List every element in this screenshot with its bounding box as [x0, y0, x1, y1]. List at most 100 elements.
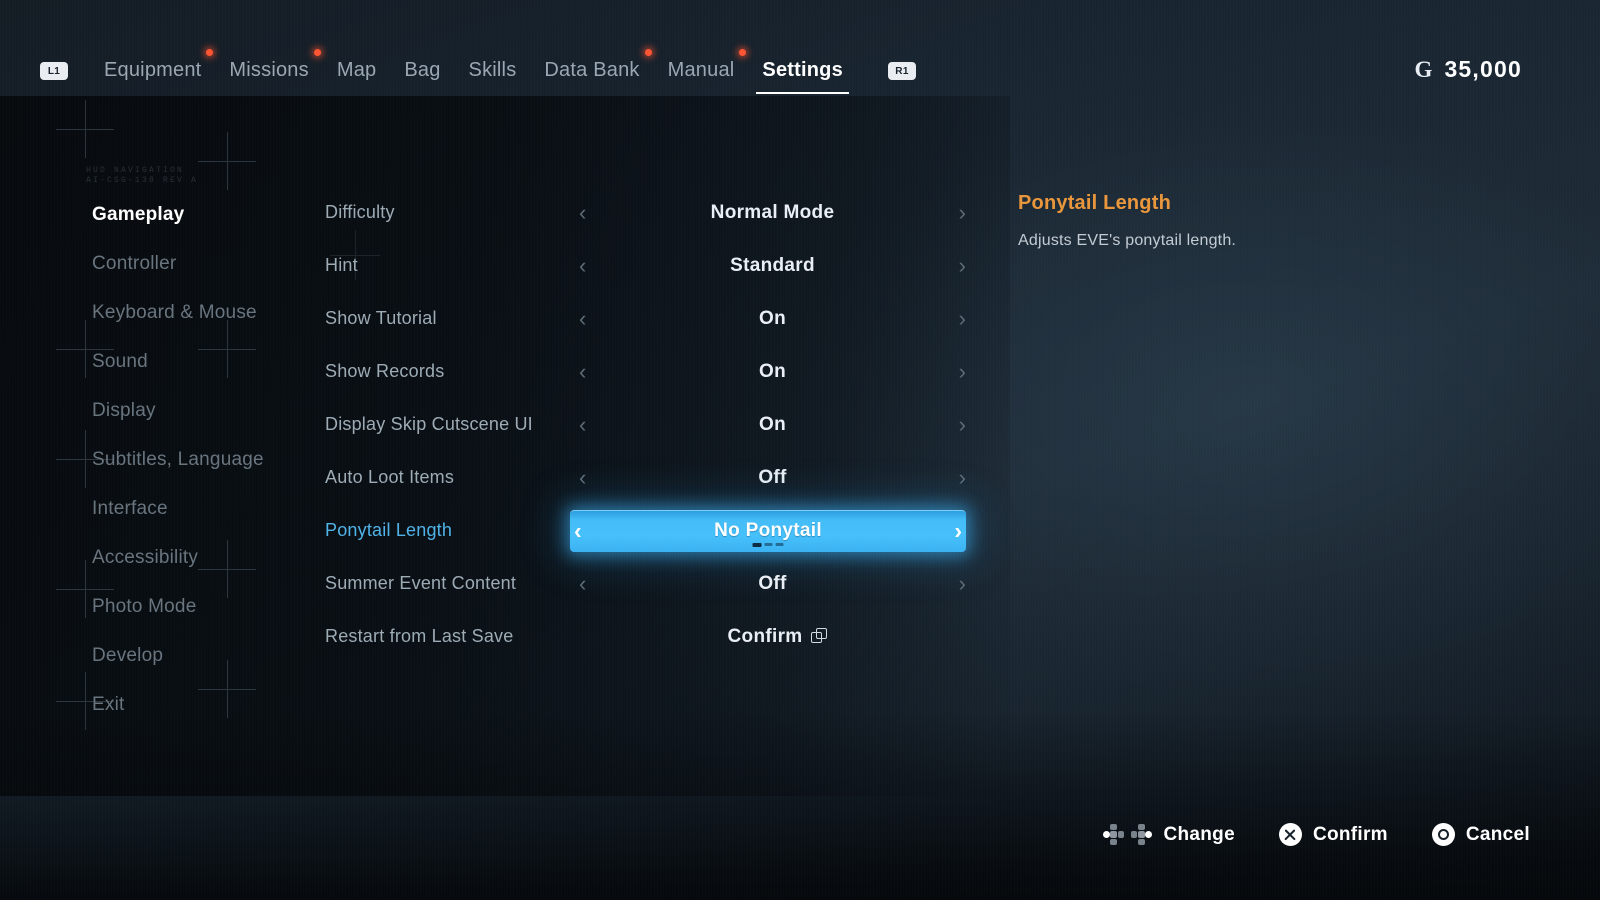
notification-dot-icon: [739, 49, 747, 56]
setting-stepper-control[interactable]: ‹ Normal Mode ›: [575, 192, 970, 234]
setting-stepper-control[interactable]: ‹ On ›: [575, 298, 970, 340]
setting-value: On: [759, 360, 786, 382]
setting-stepper-control[interactable]: ‹ Off ›: [575, 457, 970, 499]
nav-tab-label: Manual: [667, 59, 735, 81]
sidebar-item-photo-mode[interactable]: Photo Mode: [92, 582, 332, 631]
chevron-left-icon[interactable]: ‹: [579, 413, 586, 436]
currency-amount: 35,000: [1444, 56, 1522, 82]
setting-row[interactable]: Show Records ‹ On ›: [325, 345, 970, 398]
action-cancel[interactable]: Cancel: [1431, 823, 1530, 846]
chevron-left-icon[interactable]: ‹: [579, 201, 586, 224]
hud-crosshair-icon: [56, 100, 114, 158]
chevron-right-icon[interactable]: ›: [954, 519, 962, 543]
stepper-tick: [775, 543, 784, 546]
chevron-left-icon[interactable]: ‹: [579, 254, 586, 277]
chevron-right-icon[interactable]: ›: [959, 413, 966, 436]
hud-crosshair-icon: [198, 132, 256, 190]
dpad-left-right-icon: [1103, 824, 1153, 845]
dpad-right-icon: [1131, 824, 1153, 845]
sidebar-item-gameplay[interactable]: Gameplay: [92, 190, 332, 239]
nav-tab-data-bank[interactable]: Data Bank: [530, 49, 653, 88]
top-navigation: L1 R1 Equipment Missions Map Bag Skills Data …: [0, 49, 1600, 98]
nav-tab-label: Settings: [762, 59, 843, 81]
setting-stepper-control[interactable]: ‹ Standard ›: [575, 245, 970, 287]
setting-label: Difficulty: [325, 202, 395, 222]
setting-stepper-control[interactable]: ‹ No Ponytail ›: [570, 509, 966, 552]
sidebar-item-develop[interactable]: Develop: [92, 631, 332, 680]
action-change[interactable]: Change: [1103, 824, 1235, 846]
cross-button-icon: [1278, 823, 1302, 846]
action-confirm[interactable]: Confirm: [1278, 823, 1388, 846]
sidebar-item-display[interactable]: Display: [92, 386, 332, 435]
nav-tab-settings[interactable]: Settings: [748, 52, 857, 94]
notification-dot-icon: [644, 49, 652, 56]
chevron-left-icon[interactable]: ‹: [574, 519, 582, 543]
sidebar-item-exit[interactable]: Exit: [92, 680, 332, 729]
hud-label-revision: AI-CSG-138 REV A: [86, 176, 199, 185]
setting-row[interactable]: Ponytail Length ‹ No Ponytail ›: [325, 504, 970, 557]
setting-stepper-control[interactable]: ‹ On ›: [575, 404, 970, 446]
active-tab-underline: [756, 92, 849, 94]
chevron-right-icon[interactable]: ›: [959, 201, 966, 224]
chevron-right-icon[interactable]: ›: [959, 360, 966, 383]
nav-tab-map[interactable]: Map: [323, 52, 391, 88]
nav-tab-missions[interactable]: Missions: [215, 49, 322, 88]
setting-value: Normal Mode: [710, 201, 835, 223]
bottom-shading: [0, 710, 1600, 900]
setting-label: Show Tutorial: [325, 308, 437, 328]
setting-action-wrap: Confirm: [728, 626, 829, 648]
settings-category-sidebar: Gameplay Controller Keyboard & Mouse Sound D…: [92, 190, 332, 729]
setting-action-control[interactable]: Confirm: [586, 616, 970, 658]
chevron-left-icon[interactable]: ‹: [579, 572, 586, 595]
nav-tab-manual[interactable]: Manual: [654, 49, 749, 88]
setting-value: On: [759, 307, 786, 329]
setting-label: Summer Event Content: [325, 573, 517, 593]
nav-tab-label: Skills: [468, 59, 517, 81]
setting-stepper-control[interactable]: ‹ Off ›: [575, 563, 970, 605]
setting-value: Off: [758, 572, 787, 594]
nav-tab-label: Bag: [404, 59, 441, 81]
setting-row[interactable]: Display Skip Cutscene UI ‹ On ›: [325, 398, 970, 451]
setting-label: Restart from Last Save: [325, 626, 514, 646]
action-bar: Change Confirm Cancel: [1103, 823, 1530, 846]
chevron-left-icon[interactable]: ‹: [579, 466, 586, 489]
chevron-right-icon[interactable]: ›: [959, 572, 966, 595]
notification-dot-icon: [206, 49, 214, 56]
setting-row[interactable]: Restart from Last Save Confirm: [325, 610, 970, 663]
sidebar-item-accessibility[interactable]: Accessibility: [92, 533, 332, 582]
setting-row[interactable]: Difficulty ‹ Normal Mode ›: [325, 186, 970, 239]
gold-symbol-icon: G: [1414, 56, 1433, 82]
nav-tab-skills[interactable]: Skills: [455, 52, 531, 88]
bumper-l1-icon[interactable]: L1: [40, 62, 68, 80]
setting-stepper-control[interactable]: ‹ On ›: [575, 351, 970, 393]
sidebar-item-interface[interactable]: Interface: [92, 484, 332, 533]
currency-display: G 35,000: [1415, 56, 1522, 83]
chevron-right-icon[interactable]: ›: [959, 254, 966, 277]
setting-row[interactable]: Hint ‹ Standard ›: [325, 239, 970, 292]
setting-row[interactable]: Show Tutorial ‹ On ›: [325, 292, 970, 345]
nav-tab-bag[interactable]: Bag: [390, 52, 454, 88]
setting-label: Hint: [325, 255, 358, 275]
nav-tab-label: Missions: [229, 59, 309, 81]
chevron-left-icon[interactable]: ‹: [579, 307, 586, 330]
setting-value: Standard: [730, 254, 815, 276]
setting-row[interactable]: Summer Event Content ‹ Off ›: [325, 557, 970, 610]
chevron-right-icon[interactable]: ›: [959, 307, 966, 330]
nav-tab-equipment[interactable]: Equipment: [90, 49, 215, 88]
setting-row[interactable]: Auto Loot Items ‹ Off ›: [325, 451, 970, 504]
nav-tab-label: Data Bank: [544, 59, 640, 81]
info-panel: Ponytail Length Adjusts EVE's ponytail l…: [1018, 192, 1498, 253]
circle-button-icon: [1431, 823, 1455, 846]
bumper-r1-icon[interactable]: R1: [888, 62, 916, 80]
sidebar-item-sound[interactable]: Sound: [92, 337, 332, 386]
sidebar-item-subtitles-language[interactable]: Subtitles, Language: [92, 435, 332, 484]
action-label: Confirm: [1312, 823, 1388, 845]
sidebar-item-controller[interactable]: Controller: [92, 239, 332, 288]
setting-label: Display Skip Cutscene UI: [325, 414, 533, 434]
setting-label: Ponytail Length: [325, 520, 453, 540]
chevron-right-icon[interactable]: ›: [959, 466, 966, 489]
sidebar-item-keyboard-mouse[interactable]: Keyboard & Mouse: [92, 288, 332, 337]
settings-screen: HUD NAVIGATION AI-CSG-138 REV A L1 R1 Eq…: [0, 0, 1600, 900]
nav-tab-label: Equipment: [104, 59, 202, 81]
chevron-left-icon[interactable]: ‹: [579, 360, 586, 383]
